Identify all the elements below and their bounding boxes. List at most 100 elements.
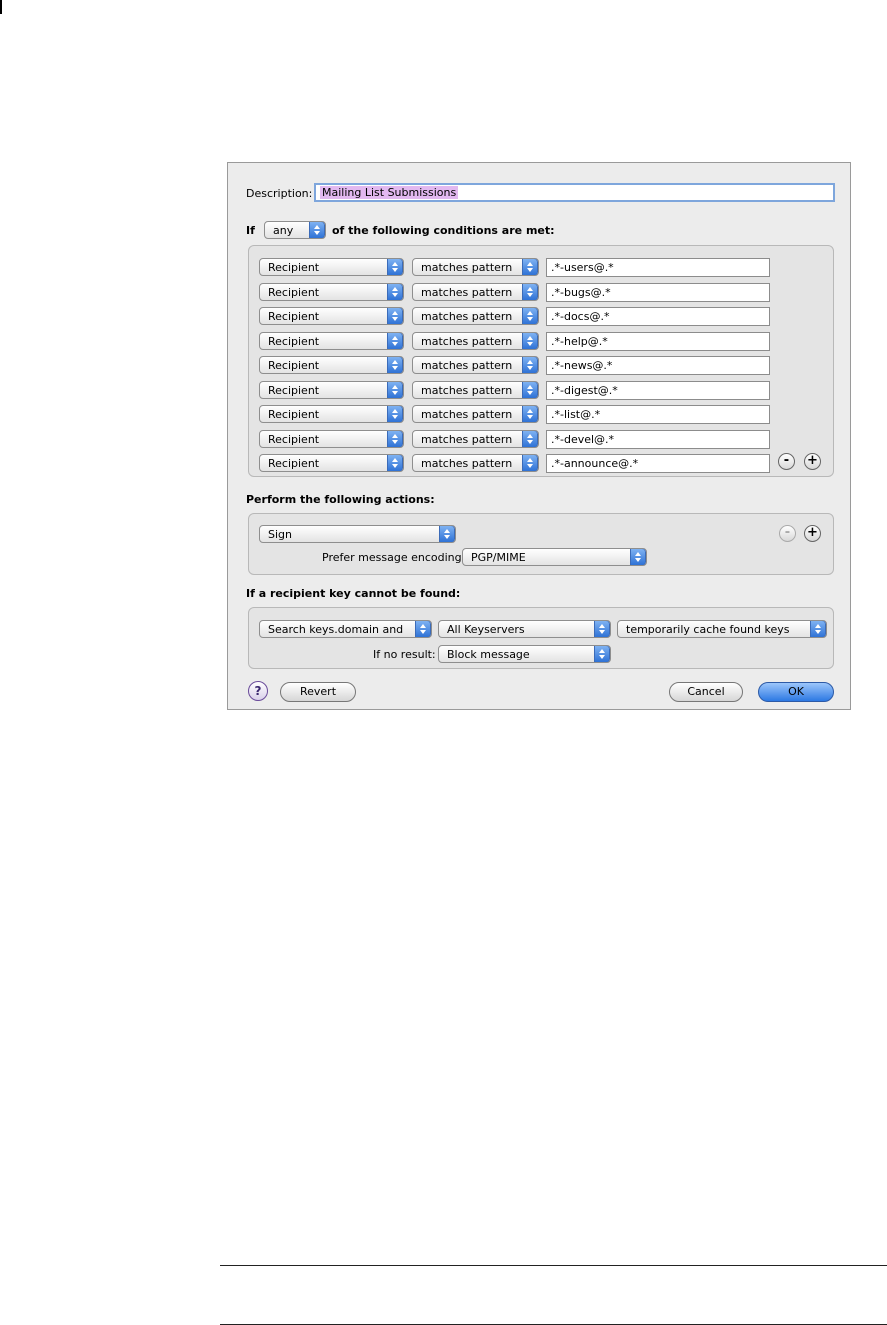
popup-arrow-icon [630,549,646,565]
condition-field-popup[interactable]: Recipient [259,283,404,301]
condition-field-popup-value: Recipient [268,359,320,372]
condition-pattern-field-value: .*-users@.* [551,261,614,274]
condition-operator-popup[interactable]: matches pattern [412,332,539,350]
popup-arrow-icon [522,333,538,349]
cache-value: temporarily cache found keys [626,623,790,636]
popup-arrow-icon [387,308,403,324]
description-value: Mailing List Submissions [320,186,459,199]
popup-arrow-icon [387,333,403,349]
help-button[interactable]: ? [248,681,268,701]
popup-arrow-icon [522,382,538,398]
condition-operator-popup[interactable]: matches pattern [412,356,539,374]
condition-pattern-field-value: .*-devel@.* [551,433,615,446]
popup-arrow-icon [522,455,538,471]
popup-arrow-icon [522,431,538,447]
condition-field-popup[interactable]: Recipient [259,307,404,325]
condition-operator-popup[interactable]: matches pattern [412,258,539,276]
remove-condition-button[interactable]: - [778,453,795,470]
add-action-button[interactable]: + [804,525,821,542]
popup-arrow-icon [387,357,403,373]
remove-action-button[interactable]: - [779,525,796,542]
condition-pattern-field-value: .*-news@.* [551,359,613,372]
condition-pattern-field-value: .*-help@.* [551,335,608,348]
match-any-popup[interactable]: any [264,221,326,239]
condition-pattern-field-value: .*-digest@.* [551,384,618,397]
condition-operator-popup-value: matches pattern [421,261,513,274]
popup-arrow-icon [387,431,403,447]
condition-field-popup[interactable]: Recipient [259,332,404,350]
popup-arrow-icon [387,259,403,275]
popup-arrow-icon [522,259,538,275]
condition-field-popup[interactable]: Recipient [259,356,404,374]
condition-pattern-field[interactable]: .*-news@.* [546,356,770,375]
condition-operator-popup-value: matches pattern [421,433,513,446]
actions-heading: Perform the following actions: [246,493,435,506]
condition-field-popup[interactable]: Recipient [259,454,404,472]
ok-button[interactable]: OK [758,682,834,702]
condition-field-popup-value: Recipient [268,286,320,299]
cache-popup[interactable]: temporarily cache found keys [617,620,827,638]
popup-arrow-icon [594,621,610,637]
popup-arrow-icon [387,284,403,300]
rule-editor-dialog: Description: Mailing List Submissions If… [227,162,851,710]
popup-arrow-icon [594,646,610,662]
description-field[interactable]: Mailing List Submissions [314,183,835,202]
search-keys-popup[interactable]: Search keys.domain and [259,620,432,638]
condition-field-popup[interactable]: Recipient [259,258,404,276]
action-value: Sign [268,528,292,541]
popup-arrow-icon [522,406,538,422]
condition-operator-popup-value: matches pattern [421,457,513,470]
no-result-value: Block message [447,648,530,661]
no-result-label: If no result: [373,648,436,661]
action-popup[interactable]: Sign [259,525,456,543]
conditions-suffix-label: of the following conditions are met: [332,224,555,237]
condition-pattern-field[interactable]: .*-bugs@.* [546,283,770,302]
condition-operator-popup-value: matches pattern [421,359,513,372]
no-result-popup[interactable]: Block message [438,645,611,663]
condition-pattern-field-value: .*-docs@.* [551,310,610,323]
keyservers-value: All Keyservers [447,623,525,636]
condition-operator-popup[interactable]: matches pattern [412,283,539,301]
condition-pattern-field[interactable]: .*-devel@.* [546,430,770,449]
condition-pattern-field[interactable]: .*-digest@.* [546,381,770,400]
popup-arrow-icon [522,357,538,373]
condition-field-popup[interactable]: Recipient [259,430,404,448]
condition-operator-popup[interactable]: matches pattern [412,381,539,399]
condition-pattern-field[interactable]: .*-users@.* [546,258,770,277]
popup-arrow-icon [387,406,403,422]
condition-operator-popup-value: matches pattern [421,310,513,323]
page-margin-mark [0,0,2,14]
conditions-if-label: If [246,224,255,237]
condition-pattern-field[interactable]: .*-docs@.* [546,307,770,326]
condition-operator-popup-value: matches pattern [421,335,513,348]
popup-arrow-icon [810,621,826,637]
revert-button[interactable]: Revert [280,682,356,702]
condition-field-popup-value: Recipient [268,310,320,323]
condition-operator-popup-value: matches pattern [421,408,513,421]
missing-key-heading: If a recipient key cannot be found: [246,587,461,600]
match-any-value: any [273,224,294,237]
condition-field-popup[interactable]: Recipient [259,381,404,399]
keyservers-popup[interactable]: All Keyservers [438,620,611,638]
condition-pattern-field[interactable]: .*-help@.* [546,332,770,351]
condition-operator-popup[interactable]: matches pattern [412,405,539,423]
condition-field-popup-value: Recipient [268,335,320,348]
encoding-value: PGP/MIME [471,551,526,564]
condition-operator-popup-value: matches pattern [421,286,513,299]
add-condition-button[interactable]: + [804,453,821,470]
encoding-popup[interactable]: PGP/MIME [462,548,647,566]
condition-field-popup-value: Recipient [268,384,320,397]
condition-operator-popup[interactable]: matches pattern [412,454,539,472]
condition-field-popup[interactable]: Recipient [259,405,404,423]
condition-operator-popup[interactable]: matches pattern [412,430,539,448]
popup-arrow-icon [522,284,538,300]
condition-pattern-field[interactable]: .*-announce@.* [546,454,770,473]
condition-field-popup-value: Recipient [268,408,320,421]
search-keys-value: Search keys.domain and [268,623,404,636]
condition-operator-popup[interactable]: matches pattern [412,307,539,325]
popup-arrow-icon [309,222,325,238]
condition-pattern-field-value: .*-list@.* [551,408,601,421]
condition-pattern-field[interactable]: .*-list@.* [546,405,770,424]
popup-arrow-icon [439,526,455,542]
cancel-button[interactable]: Cancel [669,682,743,702]
